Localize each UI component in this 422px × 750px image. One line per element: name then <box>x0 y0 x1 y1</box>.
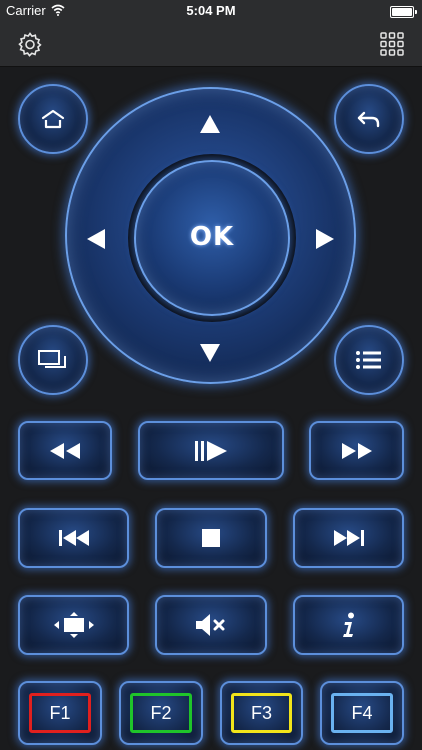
windows-icon <box>38 350 66 368</box>
clock: 5:04 PM <box>186 3 236 18</box>
gear-icon[interactable] <box>17 31 43 57</box>
ok-label: OK <box>189 222 235 252</box>
f1-button[interactable]: F1 <box>18 681 102 745</box>
ok-button[interactable]: OK <box>134 160 290 316</box>
f1-frame: F1 <box>29 693 91 733</box>
status-bar: Carrier 5:04 PM <box>0 0 422 22</box>
stop-icon <box>202 529 220 547</box>
list-icon <box>356 351 381 369</box>
arrow-left-button[interactable] <box>86 228 106 250</box>
play-pause-button[interactable] <box>138 421 284 480</box>
remote-screen: Carrier 5:04 PM OK F1 F2 F3 F4 <box>0 0 422 750</box>
mute-icon <box>196 614 225 636</box>
skip-next-icon <box>333 530 364 546</box>
home-icon <box>41 109 65 129</box>
arrow-up-button[interactable] <box>199 114 221 134</box>
aspect-ratio-button[interactable] <box>18 595 129 655</box>
skip-previous-icon <box>58 530 89 546</box>
aspect-ratio-icon <box>53 612 94 638</box>
f3-label: F3 <box>250 702 272 723</box>
fast-forward-icon <box>341 442 372 459</box>
info-button[interactable] <box>293 595 404 655</box>
f1-label: F1 <box>49 702 71 723</box>
back-button[interactable] <box>334 84 404 154</box>
f4-frame: F4 <box>331 693 393 733</box>
home-button[interactable] <box>18 84 88 154</box>
arrow-down-button[interactable] <box>199 343 221 363</box>
top-toolbar <box>0 22 422 67</box>
mute-button[interactable] <box>155 595 267 655</box>
fast-forward-button[interactable] <box>309 421 404 480</box>
menu-button[interactable] <box>334 325 404 395</box>
f2-frame: F2 <box>130 693 192 733</box>
info-icon <box>342 612 354 637</box>
battery-icon <box>390 6 417 18</box>
stop-button[interactable] <box>155 508 267 568</box>
previous-button[interactable] <box>18 508 129 568</box>
f4-label: F4 <box>351 702 373 723</box>
f3-frame: F3 <box>231 693 292 733</box>
next-button[interactable] <box>293 508 404 568</box>
f4-button[interactable]: F4 <box>320 681 404 745</box>
back-arrow-icon <box>357 111 380 128</box>
f2-label: F2 <box>150 702 172 723</box>
rewind-button[interactable] <box>18 421 112 480</box>
rewind-icon <box>50 442 80 459</box>
f3-button[interactable]: F3 <box>220 681 303 745</box>
windows-button[interactable] <box>18 325 88 395</box>
f2-button[interactable]: F2 <box>119 681 203 745</box>
grid-icon[interactable] <box>380 32 404 56</box>
arrow-right-button[interactable] <box>315 228 335 250</box>
play-pause-icon <box>195 440 227 461</box>
